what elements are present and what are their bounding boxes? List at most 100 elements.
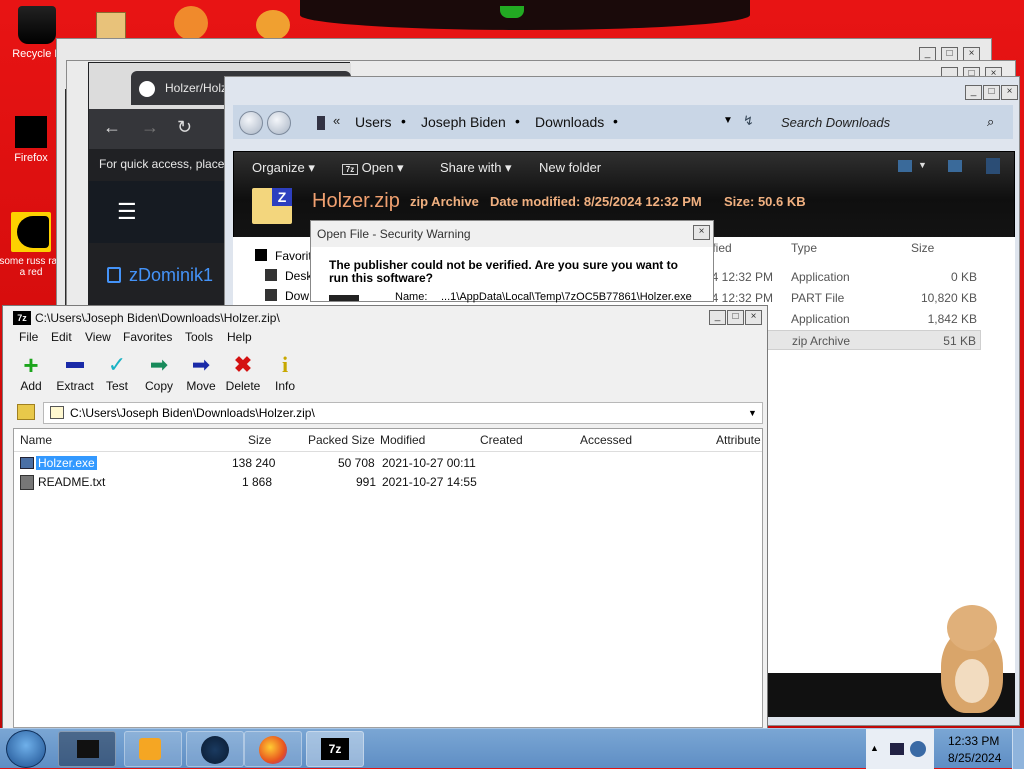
file-name[interactable]: README.txt [38,475,105,489]
chevron-down-icon[interactable]: ▼ [918,160,927,170]
menu-help[interactable]: Help [227,330,252,344]
menu-view[interactable]: View [85,330,111,344]
file-row[interactable]: 24 12:32 PM Application 0 KB [703,267,1003,287]
clock-time[interactable]: 12:33 PM [948,734,999,748]
file-name[interactable]: Holzer.exe [36,456,97,470]
help-icon[interactable] [986,158,1000,174]
search-icon[interactable]: ⌕ [987,114,994,130]
view-options-icon[interactable] [898,160,912,172]
minimize-button[interactable]: _ [965,85,982,100]
file-modified: 2021-10-27 00:11 [382,456,476,470]
table-row-selected[interactable]: Holzer.exe 138 240 50 708 2021-10-27 00:… [18,455,758,473]
nav-back-button[interactable] [239,111,263,135]
volume-tray-icon[interactable] [910,741,926,757]
7zip-icon: 7z [321,738,349,760]
column-modified[interactable]: Modified [380,433,425,447]
extract-button[interactable]: Extract [55,352,95,393]
column-attributes[interactable]: Attribute [716,433,761,447]
hamburger-menu-icon[interactable]: ☰ [117,199,137,225]
chevron-down-icon[interactable]: ▼ [748,408,757,418]
network-tray-icon[interactable] [890,743,904,755]
taskbar-firefox-app[interactable] [244,731,302,767]
breadcrumb-users[interactable]: Users [355,114,392,130]
delete-button[interactable]: ✖ Delete [223,352,263,394]
search-input[interactable]: Search Downloads [781,115,890,130]
button-label: Delete [225,379,261,393]
taskbar-explorer-app[interactable] [58,731,116,767]
system-tray: ▲ [866,729,934,769]
test-button[interactable]: ✓ Test [97,352,137,394]
start-button[interactable] [6,730,46,768]
dialog-title: Open File - Security Warning [317,227,471,241]
explorer-app-icon [77,740,99,758]
menu-favorites[interactable]: Favorites [123,330,172,344]
refresh-icon[interactable]: ↯ [743,113,754,129]
button-label: Extract [56,379,94,393]
move-button[interactable]: ➡ Move [181,352,221,394]
path-field[interactable]: C:\Users\Joseph Biden\Downloads\Holzer.z… [43,402,763,424]
column-size[interactable]: Size [911,241,934,255]
repo-owner-link[interactable]: zDominik1 [129,265,213,286]
column-size[interactable]: Size [248,433,271,447]
shortcut-icon [11,212,51,252]
taskbar-media-player-app[interactable] [124,731,182,767]
breadcrumb-downloads[interactable]: Downloads [535,114,604,130]
column-type[interactable]: Type [791,241,817,255]
cell-type: zip Archive [792,334,851,348]
taskbar-network-app[interactable] [186,731,244,767]
exe-file-icon [20,457,34,469]
preview-pane-icon[interactable] [948,160,962,172]
close-button[interactable]: × [693,225,710,240]
nav-downloads[interactable]: Dow [285,289,309,303]
explorer-address-row: « Users • Joseph Biden • Downloads • ▼ ↯… [233,105,1013,139]
clock-date[interactable]: 8/25/2024 [948,751,1001,765]
copy-arrow-icon: ➡ [149,352,169,377]
menu-edit[interactable]: Edit [51,330,72,344]
dropdown-icon[interactable]: ▼ [723,115,733,126]
organize-button[interactable]: Organize ▾ [252,160,315,176]
7zip-window[interactable]: 7z C:\Users\Joseph Biden\Downloads\Holze… [2,305,768,729]
column-accessed[interactable]: Accessed [580,433,632,447]
tray-expand-icon[interactable]: ▲ [870,743,879,753]
archive-file-list[interactable]: Name Size Packed Size Modified Created A… [13,428,763,728]
path-text[interactable]: C:\Users\Joseph Biden\Downloads\Holzer.z… [70,406,315,420]
delete-x-icon: ✖ [233,352,253,377]
maximize-button[interactable]: □ [983,85,1000,100]
taskbar-7zip-app[interactable]: 7z [306,731,364,767]
menu-file[interactable]: File [19,330,38,344]
close-button[interactable]: × [745,310,762,325]
column-name[interactable]: Name [20,433,52,447]
open-button[interactable]: 7z Open ▾ [342,160,404,176]
details-size: Size: 50.6 KB [724,194,806,209]
nav-desktop[interactable]: Desk [285,269,312,283]
recycle-bin-icon [18,6,56,44]
dialog-body: The publisher could not be verified. Are… [311,247,713,303]
search-box[interactable]: Search Downloads ⌕ [773,110,1005,134]
button-label: Info [274,379,295,393]
column-created[interactable]: Created [480,433,523,447]
reload-icon[interactable]: ↻ [177,117,192,138]
back-arrow-icon[interactable]: ← [103,117,121,138]
new-folder-button[interactable]: New folder [539,160,601,175]
maximize-button[interactable]: □ [727,310,744,325]
nav-favorites[interactable]: Favorit [275,249,312,263]
forward-arrow-icon[interactable]: → [141,117,159,138]
share-with-button[interactable]: Share with ▾ [440,160,512,176]
security-warning-dialog[interactable]: Open File - Security Warning × The publi… [310,220,714,303]
copy-button[interactable]: ➡ Copy [139,352,179,394]
close-button[interactable]: × [1001,85,1018,100]
plus-icon: + [23,350,39,380]
menu-tools[interactable]: Tools [185,330,213,344]
breadcrumb-user[interactable]: Joseph Biden [421,114,506,130]
cell-size: 1,842 KB [927,312,977,326]
table-row[interactable]: README.txt 1 868 991 2021-10-27 14:55 [18,474,758,492]
show-desktop-button[interactable] [1012,729,1024,769]
column-packed-size[interactable]: Packed Size [308,433,375,447]
file-modified: 2021-10-27 14:55 [382,475,477,489]
info-button[interactable]: i Info [265,352,305,394]
minimize-button[interactable]: _ [709,310,726,325]
nav-forward-button[interactable] [267,111,291,135]
up-folder-icon[interactable] [17,404,35,420]
add-button[interactable]: + Add [11,352,51,393]
file-size: 1 868 [242,475,273,489]
